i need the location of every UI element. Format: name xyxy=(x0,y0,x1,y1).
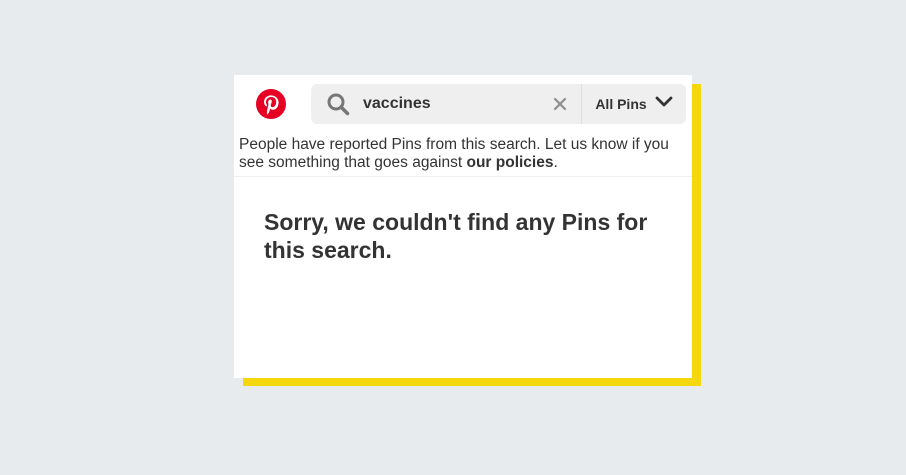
pinterest-search-panel: All Pins People have reported Pins from … xyxy=(234,75,692,378)
search-input[interactable] xyxy=(363,84,543,124)
notice-text-end: . xyxy=(553,154,558,171)
close-icon[interactable] xyxy=(552,96,568,112)
notice-text: People have reported Pins from this sear… xyxy=(239,136,669,171)
section-divider xyxy=(234,176,692,177)
chevron-down-icon xyxy=(655,95,673,113)
pinterest-logo-icon[interactable] xyxy=(256,89,286,119)
reported-search-notice: People have reported Pins from this sear… xyxy=(239,136,684,172)
filter-label: All Pins xyxy=(595,96,647,112)
pin-filter-dropdown[interactable]: All Pins xyxy=(582,84,686,124)
search-bar: All Pins xyxy=(311,84,686,124)
search-icon[interactable] xyxy=(326,92,350,116)
policies-link[interactable]: our policies xyxy=(466,154,553,171)
empty-results-message: Sorry, we couldn't find any Pins for thi… xyxy=(264,209,648,263)
